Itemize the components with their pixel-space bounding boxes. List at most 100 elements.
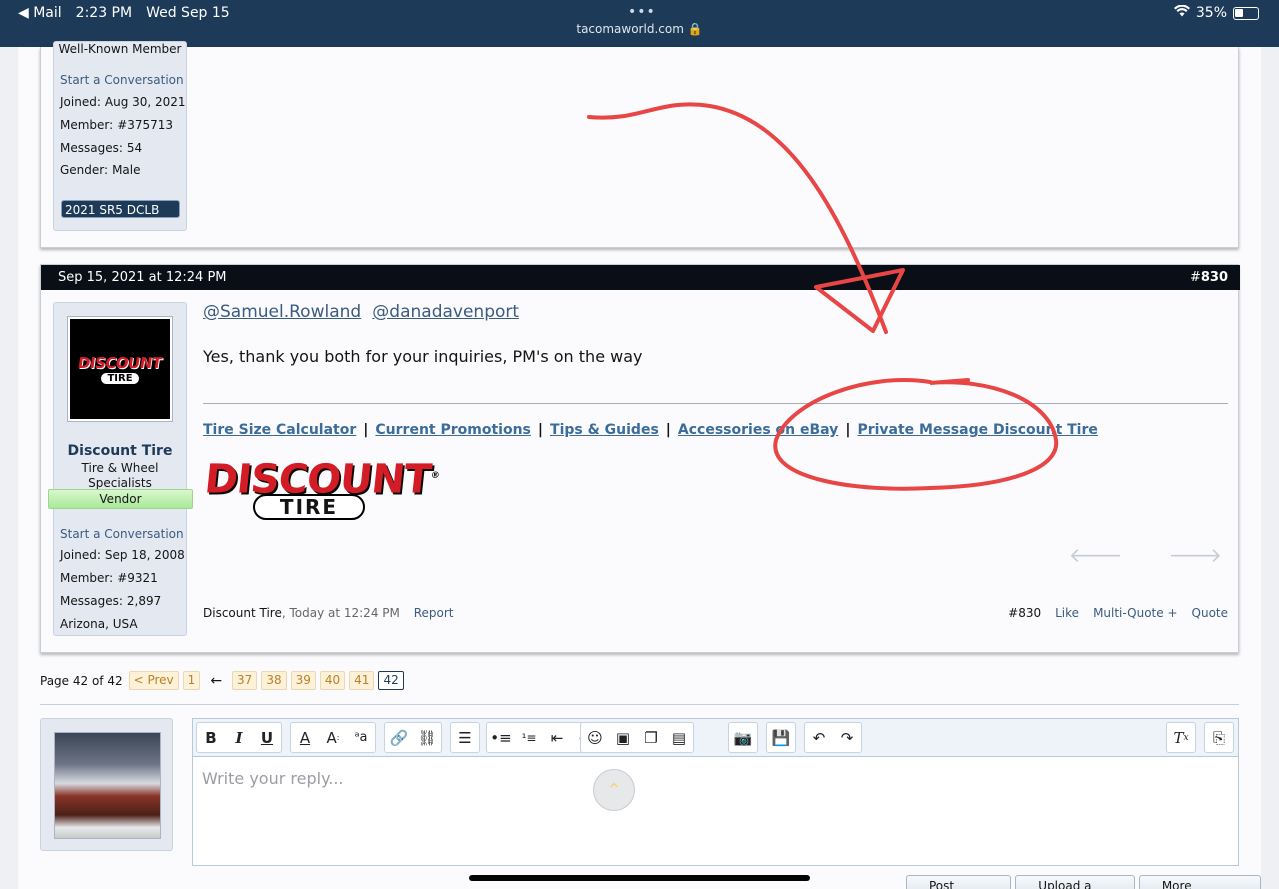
- footer-time[interactable]: , Today at 12:24 PM: [282, 606, 400, 620]
- user-info-pane: Well-Known Member Start a Conversation J…: [53, 41, 187, 231]
- username-link[interactable]: Discount Tire: [54, 443, 186, 459]
- page-38-button[interactable]: 38: [261, 671, 287, 690]
- post-card-830: Sep 15, 2021 at 12:24 PM #830 DISCOUNT T…: [40, 264, 1240, 653]
- member-value: #9321: [117, 571, 158, 585]
- clear-format-group: Tx: [1166, 722, 1196, 753]
- save-draft-icon[interactable]: 💾: [767, 723, 795, 752]
- bullet-list-icon[interactable]: •≡: [487, 723, 515, 752]
- start-conversation-link[interactable]: Start a Conversation: [60, 73, 184, 87]
- gender-stat: Gender: Male: [60, 163, 141, 177]
- page-count-label: Page 42 of 42: [40, 673, 123, 688]
- user-title: Well-Known Member: [58, 42, 182, 56]
- page-jump-arrow-icon[interactable]: ←: [210, 673, 222, 689]
- start-conversation-link[interactable]: Start a Conversation: [60, 527, 184, 541]
- multitask-dots-icon[interactable]: •••: [628, 4, 656, 20]
- quote-link[interactable]: Quote: [1192, 606, 1228, 620]
- discount-tire-signature-logo[interactable]: DISCOUNT® TIRE: [202, 456, 439, 524]
- post-actions: #830 Like Multi-Quote + Quote: [1008, 606, 1228, 620]
- sig-link-tips-guides[interactable]: Tips & Guides: [550, 422, 659, 438]
- post-number: 830: [1200, 270, 1228, 285]
- joined-label: Joined:: [60, 548, 101, 562]
- like-link[interactable]: Like: [1055, 606, 1079, 620]
- page-37-button[interactable]: 37: [232, 671, 258, 690]
- status-left: ◀ Mail 2:23 PM Wed Sep 15: [18, 5, 230, 21]
- camera-group: 📷: [728, 722, 758, 753]
- logo-tire-text: TIRE: [253, 494, 365, 520]
- prev-page-button[interactable]: < Prev: [128, 671, 179, 690]
- sig-separator: |: [845, 422, 851, 438]
- font-size-icon[interactable]: A:: [319, 723, 347, 752]
- post-message-body: @Samuel.Rowland @danadavenport Yes, than…: [202, 302, 1228, 620]
- link-icon[interactable]: 🔗: [385, 723, 413, 752]
- multi-quote-link[interactable]: Multi-Quote +: [1093, 606, 1177, 620]
- undo-icon[interactable]: ↶: [805, 723, 833, 752]
- outdent-icon[interactable]: ⇤: [543, 723, 571, 752]
- italic-icon[interactable]: I: [225, 723, 253, 752]
- more-options-button[interactable]: More Options: [1138, 875, 1261, 889]
- footer-author[interactable]: Discount Tire: [203, 606, 282, 620]
- post-reply-button[interactable]: Post Reply: [906, 875, 1012, 889]
- upload-file-button[interactable]: Upload a File: [1015, 875, 1135, 889]
- joined-stat: Joined: Aug 30, 2021: [60, 95, 186, 109]
- page-40-button[interactable]: 40: [319, 671, 346, 690]
- page-42-current[interactable]: 42: [378, 671, 404, 690]
- media-icon[interactable]: ❐: [637, 723, 665, 752]
- post-date: Sep 15, 2021 at 12:24 PM: [58, 270, 227, 285]
- location-stat: Arizona, USA: [60, 617, 138, 631]
- mention-samuel-rowland[interactable]: @Samuel.Rowland: [203, 302, 361, 322]
- signature-divider: [203, 403, 1228, 404]
- avatar-logo-tire: TIRE: [101, 373, 139, 384]
- logo-wordmark: DISCOUNT®: [202, 456, 439, 502]
- back-to-mail-link[interactable]: ◀ Mail: [18, 5, 62, 21]
- redo-icon[interactable]: ↷: [833, 723, 861, 752]
- user-title-line1: Tire & Wheel: [81, 461, 159, 475]
- numbered-list-icon[interactable]: ¹≡: [515, 723, 543, 752]
- toggle-bbcode-group: ⎘: [1204, 722, 1234, 753]
- sig-link-private-message[interactable]: Private Message Discount Tire: [857, 422, 1097, 438]
- save-group: 💾: [766, 722, 796, 753]
- status-time: 2:23 PM: [75, 5, 133, 21]
- message-text: Yes, thank you both for your inquiries, …: [203, 347, 643, 366]
- align-left-icon[interactable]: ☰: [451, 723, 479, 752]
- insert-more-icon[interactable]: ▤: [665, 723, 693, 752]
- post-permalink[interactable]: #830: [1190, 270, 1228, 285]
- member-value: #375713: [117, 118, 174, 132]
- avatar[interactable]: DISCOUNT TIRE: [67, 316, 173, 422]
- smilie-icon[interactable]: ☺: [581, 723, 609, 752]
- messages-value: 2,897: [126, 594, 162, 608]
- sig-link-current-promotions[interactable]: Current Promotions: [375, 422, 530, 438]
- text-color-icon[interactable]: A: [291, 723, 319, 752]
- current-user-avatar[interactable]: [54, 732, 170, 839]
- camera-icon[interactable]: 📷: [729, 723, 757, 752]
- reply-actions: Post Reply Upload a File More Options: [906, 875, 1261, 889]
- insert-group: ☺ ▣ ❐ ▤: [580, 722, 694, 753]
- previous-post-arrow-icon[interactable]: 🡐: [1069, 543, 1123, 567]
- address-url[interactable]: tacomaworld.com 🔒: [0, 22, 1279, 36]
- gender-value: Male: [112, 163, 141, 177]
- font-family-icon[interactable]: ᵃa: [347, 723, 375, 752]
- scroll-up-icon[interactable]: ⌃: [593, 769, 635, 811]
- post-number-link[interactable]: #830: [1008, 606, 1041, 620]
- unlink-icon[interactable]: ⛓: [413, 723, 441, 752]
- sig-link-accessories-ebay[interactable]: Accessories on eBay: [678, 422, 838, 438]
- remove-format-icon[interactable]: Tx: [1167, 723, 1195, 752]
- page-39-button[interactable]: 39: [290, 671, 316, 690]
- sig-link-tire-size-calculator[interactable]: Tire Size Calculator: [203, 422, 356, 438]
- member-stat: Member: #9321: [60, 571, 158, 585]
- next-post-arrow-icon[interactable]: 🡒: [1168, 543, 1222, 567]
- mention-danadavenport[interactable]: @danadavenport: [372, 302, 519, 322]
- page-1-button[interactable]: 1: [182, 671, 201, 690]
- user-info-pane: DISCOUNT TIRE Discount Tire Tire & Wheel…: [48, 302, 193, 636]
- underline-icon[interactable]: U: [253, 723, 281, 752]
- avatar-logo-text: DISCOUNT: [76, 354, 164, 372]
- reply-textarea[interactable]: Write your reply...: [202, 769, 344, 788]
- member-stat: Member: #375713: [60, 118, 173, 132]
- post-nav-arrows: 🡐 🡒: [1069, 543, 1222, 567]
- joined-label: Joined:: [60, 95, 101, 109]
- report-link[interactable]: Report: [414, 606, 454, 620]
- bold-icon[interactable]: B: [197, 723, 225, 752]
- page-41-button[interactable]: 41: [349, 671, 375, 690]
- toggle-bbcode-icon[interactable]: ⎘: [1205, 723, 1233, 752]
- mentions: @Samuel.Rowland @danadavenport: [203, 302, 1228, 322]
- image-icon[interactable]: ▣: [609, 723, 637, 752]
